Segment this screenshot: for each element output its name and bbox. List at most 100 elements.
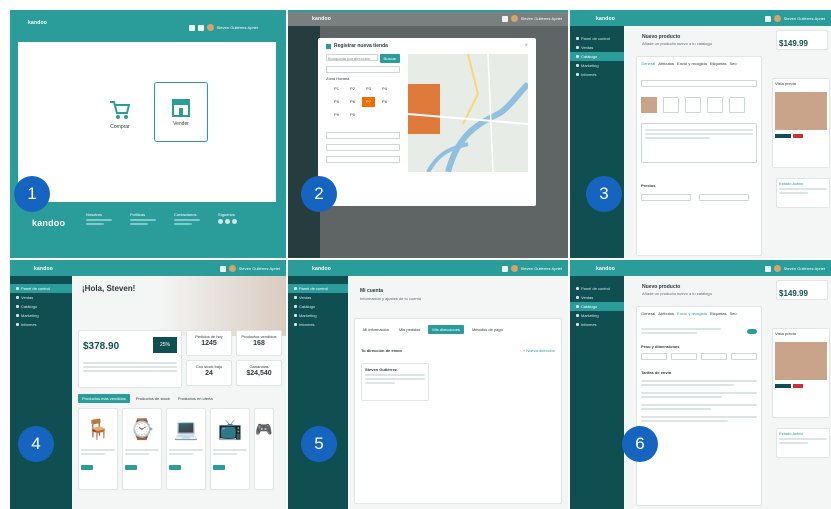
dropdown-field[interactable]	[326, 132, 400, 139]
product-image[interactable]	[641, 97, 657, 114]
slot-cell[interactable]: P3	[362, 84, 375, 94]
sidebar-item-panel[interactable]: Panel de control	[10, 284, 72, 293]
cart-icon[interactable]	[764, 15, 771, 22]
sidebar-item-informes[interactable]: Informes	[288, 320, 348, 329]
sidebar-item-ventas[interactable]: Ventas	[570, 293, 624, 302]
avatar[interactable]	[206, 24, 214, 31]
slot-cell[interactable]: P6	[346, 97, 359, 107]
add-to-cart-button[interactable]	[169, 465, 181, 470]
cart-icon[interactable]	[219, 265, 226, 272]
user-menu[interactable]: Steven Gutiérrez Apriet	[501, 265, 562, 272]
buy-button[interactable]	[793, 134, 803, 139]
add-address-link[interactable]: + Nueva dirección	[523, 348, 555, 353]
search-input[interactable]: Busqueda por dirección	[326, 54, 378, 61]
shipping-toggle[interactable]	[747, 328, 757, 334]
image-slot[interactable]	[729, 97, 745, 114]
tab-atributos[interactable]: Atributos	[658, 61, 674, 66]
height-input[interactable]	[731, 353, 757, 361]
sale-price-input[interactable]	[699, 194, 749, 202]
width-input[interactable]	[701, 353, 727, 361]
tab-etiquetas[interactable]: Etiquetas	[710, 311, 727, 316]
dropdown-field[interactable]	[326, 144, 400, 151]
address-card[interactable]: Steven Gutiérrez	[361, 363, 429, 401]
buy-button[interactable]	[793, 384, 803, 389]
tab-seo[interactable]: Seo	[730, 311, 737, 316]
slot-cell[interactable]: P1	[330, 84, 343, 94]
product-card[interactable]: ⌚	[122, 408, 162, 490]
user-menu[interactable]: Steven Gutiérrez Apriet	[188, 24, 258, 31]
tab-best-sellers[interactable]: Productos más vendidos	[78, 394, 130, 404]
tab-etiquetas[interactable]: Etiquetas	[710, 61, 727, 66]
map[interactable]	[408, 54, 528, 172]
image-slot[interactable]	[707, 97, 723, 114]
product-card[interactable]: 💻	[166, 408, 206, 490]
instagram-icon[interactable]	[225, 219, 230, 225]
tab-my-info[interactable]: Mi información	[361, 325, 391, 334]
close-icon[interactable]: ×	[524, 43, 528, 49]
sidebar-item-catalogo[interactable]: Catálogo	[570, 302, 624, 311]
sidebar-item-informes[interactable]: Informes	[570, 70, 624, 79]
sidebar-item-catalogo[interactable]: Catálogo	[10, 302, 72, 311]
sidebar-item-marketing[interactable]: Marketing	[10, 311, 72, 320]
user-menu[interactable]: Steven Gutiérrez Apriet	[764, 15, 825, 22]
tab-envio[interactable]: Envío y recogida	[677, 311, 707, 316]
option-comprar[interactable]: Comprar	[94, 86, 146, 144]
avatar[interactable]	[773, 15, 781, 22]
sidebar-item-panel[interactable]: Panel de control	[288, 284, 348, 293]
sidebar-item-catalogo[interactable]: Catálogo	[570, 52, 624, 61]
tab-offers[interactable]: Productos en oferta	[176, 394, 215, 403]
notification-icon[interactable]	[197, 24, 204, 31]
image-slot[interactable]	[685, 97, 701, 114]
twitter-icon[interactable]	[232, 219, 237, 225]
cart-icon[interactable]	[501, 265, 508, 272]
sidebar-item-informes[interactable]: Informes	[10, 320, 72, 329]
cart-icon[interactable]	[764, 265, 771, 272]
product-card[interactable]: 🪑	[78, 408, 118, 490]
tab-stock[interactable]: Productos de stock	[134, 394, 172, 403]
tab-envio[interactable]: Envío y recogida	[677, 61, 707, 66]
tab-payment-methods[interactable]: Métodos de pago	[470, 325, 505, 334]
sidebar-item-panel[interactable]: Panel de control	[570, 34, 624, 43]
avatar[interactable]	[228, 265, 236, 272]
slot-cell[interactable]: P9	[330, 110, 343, 120]
user-menu[interactable]: Steven Gutiérrez Apriet	[501, 15, 562, 22]
search-button[interactable]: Buscar	[379, 54, 400, 63]
timezone-select[interactable]	[326, 66, 400, 73]
sidebar-item-marketing[interactable]: Marketing	[570, 61, 624, 70]
tab-general[interactable]: General	[641, 311, 655, 316]
product-card[interactable]: 📺	[210, 408, 250, 490]
sidebar-item-marketing[interactable]: Marketing	[288, 311, 348, 320]
avatar[interactable]	[510, 265, 518, 272]
tab-general[interactable]: General	[641, 61, 655, 66]
sidebar-item-marketing[interactable]: Marketing	[570, 311, 624, 320]
sidebar-item-ventas[interactable]: Ventas	[10, 293, 72, 302]
dropdown-field[interactable]	[326, 156, 400, 163]
length-input[interactable]	[671, 353, 697, 361]
tab-atributos[interactable]: Atributos	[658, 311, 674, 316]
facebook-icon[interactable]	[218, 219, 223, 225]
sidebar-item-informes[interactable]: Informes	[570, 320, 624, 329]
sidebar-item-panel[interactable]: Panel de control	[570, 284, 624, 293]
slot-cell[interactable]: P4	[378, 84, 391, 94]
option-vender[interactable]: Vender	[154, 82, 208, 142]
sidebar-item-ventas[interactable]: Ventas	[570, 43, 624, 52]
slot-cell[interactable]: P5	[330, 97, 343, 107]
tab-my-addresses[interactable]: Mis direcciones	[428, 325, 464, 335]
tab-seo[interactable]: Seo	[730, 61, 737, 66]
slot-cell[interactable]: P0	[346, 110, 359, 120]
add-to-cart-button[interactable]	[125, 465, 137, 470]
product-name-input[interactable]	[641, 80, 757, 88]
price-input[interactable]	[641, 194, 691, 202]
weight-input[interactable]	[641, 353, 667, 361]
sidebar-item-ventas[interactable]: Ventas	[288, 293, 348, 302]
avatar[interactable]	[773, 265, 781, 272]
user-menu[interactable]: Steven Gutiérrez Apriet	[764, 265, 825, 272]
add-to-cart-button[interactable]	[213, 465, 225, 470]
image-slot[interactable]	[663, 97, 679, 114]
slot-cell[interactable]: P2	[346, 84, 359, 94]
description-editor[interactable]	[641, 123, 757, 164]
user-menu[interactable]: Steven Gutiérrez Apriet	[219, 265, 280, 272]
cart-icon[interactable]	[188, 24, 195, 31]
slot-cell-selected[interactable]: P7	[362, 97, 375, 107]
avatar[interactable]	[510, 15, 518, 22]
